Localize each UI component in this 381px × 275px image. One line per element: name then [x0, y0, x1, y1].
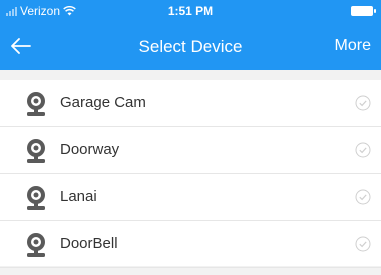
camera-icon [27, 92, 45, 116]
camera-icon [27, 139, 45, 163]
device-row[interactable]: Lanai [0, 174, 381, 221]
status-bar: Verizon 1:51 PM [0, 0, 381, 22]
device-label: DoorBell [60, 235, 118, 252]
check-circle-icon[interactable] [355, 95, 371, 111]
status-time: 1:51 PM [167, 4, 214, 18]
device-row[interactable]: DoorBell [0, 221, 381, 268]
app-header: Verizon 1:51 PM Select Device More [0, 0, 381, 70]
more-button[interactable]: More [335, 37, 371, 55]
camera-icon [27, 233, 45, 257]
check-circle-icon[interactable] [355, 189, 371, 205]
device-list: Garage Cam Doorway Lanai DoorBell [0, 80, 381, 268]
camera-icon [27, 186, 45, 210]
device-row[interactable]: Doorway [0, 127, 381, 174]
device-label: Garage Cam [60, 94, 146, 111]
device-row[interactable]: Garage Cam [0, 80, 381, 127]
battery-icon [351, 6, 376, 16]
check-circle-icon[interactable] [355, 142, 371, 158]
device-label: Lanai [60, 188, 97, 205]
check-circle-icon[interactable] [355, 236, 371, 252]
page-title: Select Device [138, 37, 243, 56]
navigation-bar: Select Device More [0, 22, 381, 70]
device-label: Doorway [60, 141, 120, 158]
